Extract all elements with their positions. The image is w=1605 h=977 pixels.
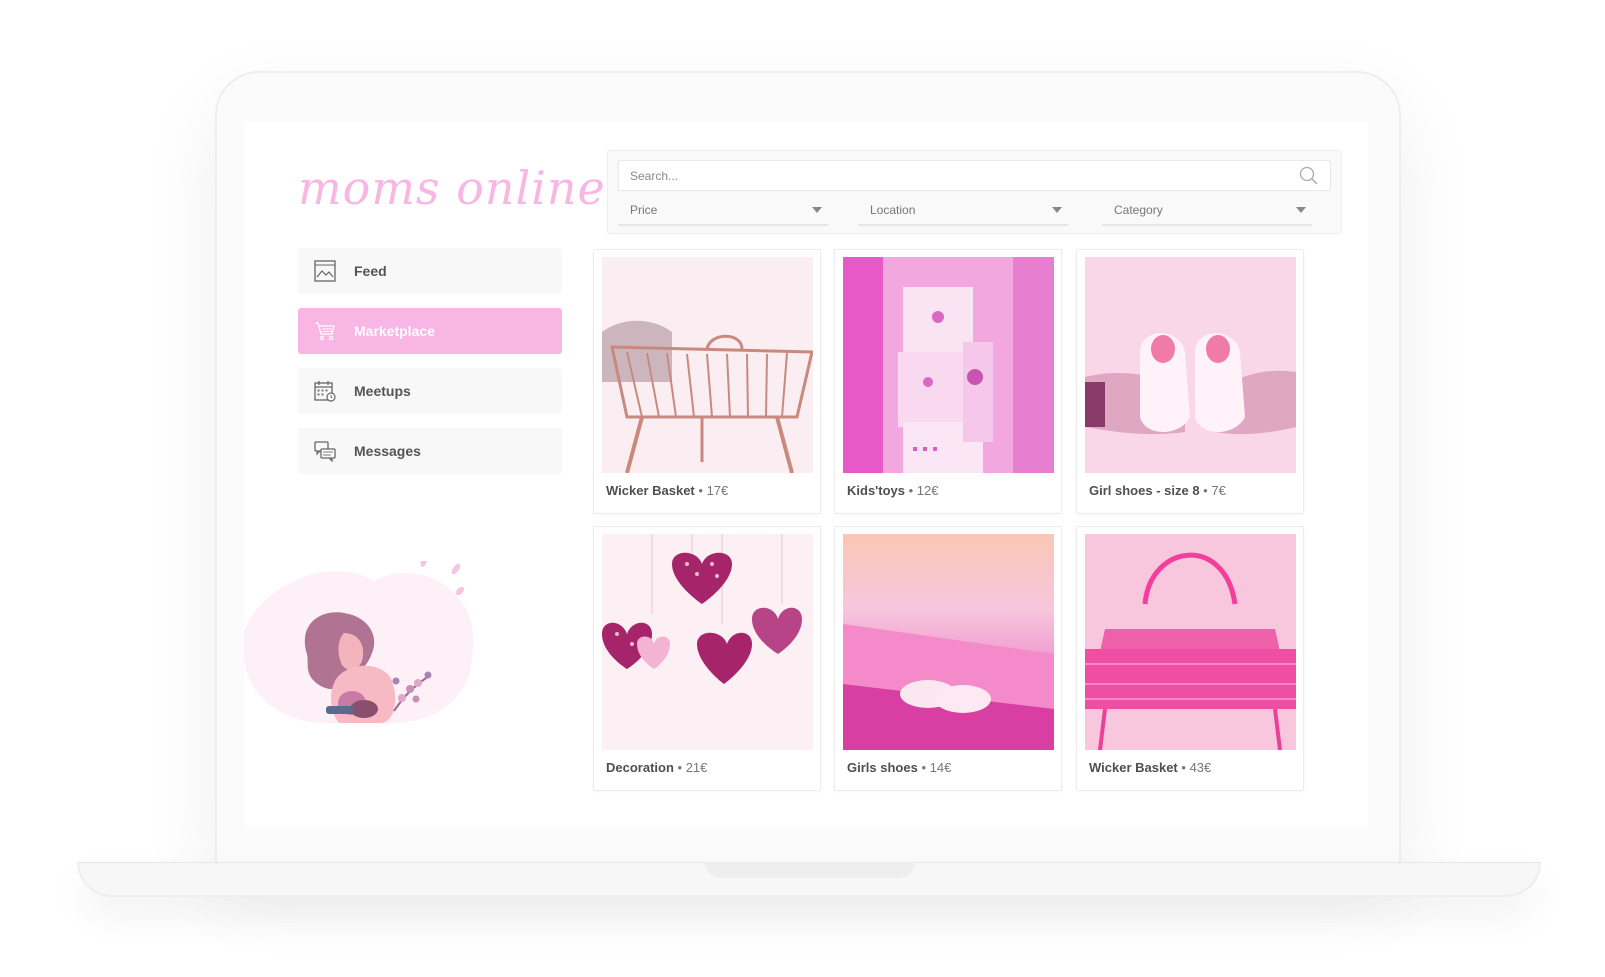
product-caption: Decoration • 21€	[606, 760, 708, 775]
laptop-notch	[705, 862, 915, 878]
cart-icon	[314, 320, 336, 342]
product-caption: Girl shoes - size 8 • 7€	[1089, 483, 1226, 498]
product-card[interactable]: Girls shoes • 14€	[834, 526, 1062, 791]
product-caption: Kids'toys • 12€	[847, 483, 939, 498]
chevron-down-icon	[1296, 207, 1306, 213]
product-card[interactable]: Wicker Basket • 17€	[593, 249, 821, 514]
sidebar-item-marketplace[interactable]: Marketplace	[298, 308, 562, 354]
product-name: Kids'toys	[847, 483, 905, 498]
search-bar	[618, 160, 1331, 191]
search-icon[interactable]	[1298, 165, 1320, 187]
product-name: Girls shoes	[847, 760, 918, 775]
product-name: Wicker Basket	[1089, 760, 1178, 775]
sidebar-item-messages[interactable]: Messages	[298, 428, 562, 474]
product-name: Wicker Basket	[606, 483, 699, 498]
product-name: Decoration	[606, 760, 674, 775]
sidebar-item-label: Meetups	[354, 383, 411, 399]
calendar-icon	[314, 380, 336, 402]
image-icon	[314, 260, 336, 282]
sidebar-item-label: Feed	[354, 263, 387, 279]
product-card[interactable]: Wicker Basket • 43€	[1076, 526, 1304, 791]
app-logo[interactable]: moms online	[298, 161, 605, 215]
product-price: 21€	[685, 760, 708, 775]
product-caption: Girls shoes • 14€	[847, 760, 952, 775]
product-image-girls-shoes	[843, 534, 1054, 750]
product-price: 14€	[929, 760, 952, 775]
price-filter-select[interactable]: Price	[618, 196, 828, 226]
mother-baby-illustration	[244, 561, 474, 724]
search-filter-panel: Price Location Category	[607, 150, 1342, 234]
filter-label: Category	[1114, 203, 1163, 217]
product-image-decoration	[602, 534, 813, 750]
app-screen: moms online Feed Marketplace Meetups Mes…	[244, 121, 1368, 826]
location-filter-select[interactable]: Location	[858, 196, 1068, 226]
search-input[interactable]	[619, 167, 1298, 184]
product-price: 7€	[1211, 483, 1226, 498]
product-image-kids-toys	[843, 257, 1054, 473]
sidebar-item-meetups[interactable]: Meetups	[298, 368, 562, 414]
product-caption: Wicker Basket • 17€	[606, 483, 729, 498]
product-card[interactable]: Girl shoes - size 8 • 7€	[1076, 249, 1304, 514]
sidebar-item-label: Messages	[354, 443, 421, 459]
product-price: 43€	[1189, 760, 1212, 775]
product-card[interactable]: Decoration • 21€	[593, 526, 821, 791]
sidebar-item-label: Marketplace	[354, 323, 435, 339]
product-price: 12€	[916, 483, 939, 498]
product-image-girl-shoes	[1085, 257, 1296, 473]
category-filter-select[interactable]: Category	[1102, 196, 1312, 226]
chevron-down-icon	[1052, 207, 1062, 213]
product-name: Girl shoes - size 8	[1089, 483, 1200, 498]
product-card[interactable]: Kids'toys • 12€	[834, 249, 1062, 514]
chevron-down-icon	[812, 207, 822, 213]
product-image-wicker-basket	[602, 257, 813, 473]
chat-icon	[314, 440, 336, 462]
product-image-pink-bassinet	[1085, 534, 1296, 750]
filter-label: Price	[630, 203, 658, 217]
sidebar-item-feed[interactable]: Feed	[298, 248, 562, 294]
filter-label: Location	[870, 203, 916, 217]
product-caption: Wicker Basket • 43€	[1089, 760, 1212, 775]
product-price: 17€	[706, 483, 729, 498]
